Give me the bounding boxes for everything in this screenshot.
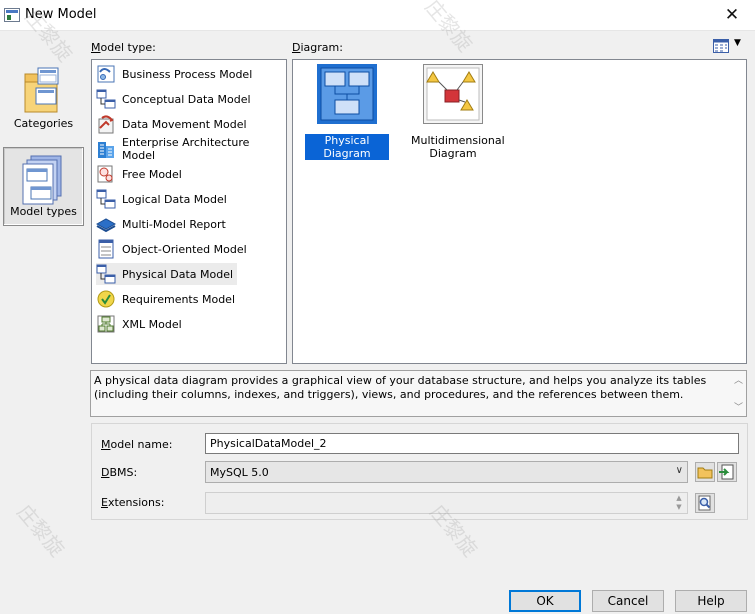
object-oriented-model-icon [98, 239, 114, 259]
description-box: A physical data diagram provides a graph… [90, 370, 747, 417]
folder-icon [697, 467, 713, 479]
conceptual-data-model-icon [96, 89, 116, 109]
description-text: A physical data diagram provides a graph… [94, 374, 707, 401]
model-name-field[interactable]: PhysicalDataModel_2 [205, 433, 739, 454]
multidimensional-diagram-icon [423, 64, 483, 124]
extensions-label: Extensions: [101, 496, 165, 509]
dbms-select[interactable]: MySQL 5.0 ∨ [205, 461, 688, 483]
app-icon [4, 8, 20, 22]
model-name-label: Model name: [101, 438, 173, 451]
list-item[interactable]: Requirements Model [96, 288, 239, 310]
list-item-label: Data Movement Model [122, 117, 247, 131]
model-properties-panel: Model name: PhysicalDataModel_2 DBMS: My… [91, 423, 748, 520]
sidebar-item-categories[interactable]: Categories [3, 62, 84, 140]
physical-data-model-icon [96, 264, 116, 284]
list-item[interactable]: Free Model [96, 163, 186, 185]
data-movement-model-icon [98, 115, 114, 134]
help-button[interactable]: Help [675, 590, 747, 612]
list-item-label: Free Model [122, 167, 182, 181]
list-item-label: XML Model [122, 317, 182, 331]
list-item-label: Logical Data Model [122, 192, 227, 206]
import-icon [719, 464, 734, 480]
physical-diagram-icon [317, 64, 377, 124]
list-item[interactable]: Data Movement Model [96, 113, 251, 135]
chevron-down-icon: ▼ [734, 38, 741, 48]
requirements-model-icon [97, 290, 115, 308]
sidebar-item-label: Model types [10, 205, 77, 218]
list-item-label: Multi-Model Report [122, 217, 226, 231]
list-item-label: Enterprise Architecture Model [122, 136, 250, 162]
list-item[interactable]: Object-Oriented Model [96, 238, 251, 260]
list-item[interactable]: Business Process Model [96, 63, 256, 85]
extensions-field[interactable]: ▲ ▼ [205, 492, 688, 514]
diagram-label: Multidimensional Diagram [411, 134, 505, 160]
logical-data-model-icon [96, 189, 116, 209]
title-bar: New Model ✕ [0, 0, 755, 31]
extensions-spinner[interactable]: ▲ ▼ [672, 494, 686, 512]
sidebar-item-label: Categories [13, 117, 74, 130]
sidebar-item-model-types[interactable]: Model types [3, 147, 84, 226]
dbms-value: MySQL 5.0 [210, 466, 269, 479]
magnifier-icon [698, 495, 711, 511]
list-item-label: Conceptual Data Model [122, 92, 251, 106]
view-mode-button[interactable]: ▼ [713, 38, 745, 54]
list-item[interactable]: Logical Data Model [96, 188, 231, 210]
ok-button[interactable]: OK [509, 590, 581, 612]
diagram-item-physical[interactable]: Physical Diagram [305, 64, 389, 160]
free-model-icon [97, 165, 113, 183]
model-type-list[interactable]: Business Process Model Conceptual Data M… [91, 59, 287, 364]
browse-dbms-button[interactable] [695, 462, 715, 482]
enterprise-architecture-model-icon [98, 142, 114, 158]
diagram-item-multidimensional[interactable]: Multidimensional Diagram [411, 64, 505, 160]
list-item-label: Physical Data Model [122, 267, 234, 281]
list-item-label: Object-Oriented Model [122, 242, 247, 256]
multi-model-report-icon [96, 218, 116, 233]
diagram-heading: Diagram: [292, 41, 343, 54]
list-item[interactable]: Physical Data Model [96, 263, 238, 285]
list-item[interactable]: Conceptual Data Model [96, 88, 255, 110]
import-dbms-button[interactable] [717, 462, 737, 482]
list-item[interactable]: Enterprise Architecture Model [96, 136, 286, 162]
close-icon[interactable]: ✕ [709, 0, 755, 31]
cancel-button[interactable]: Cancel [592, 590, 664, 612]
chevron-down-icon: ∨ [675, 465, 683, 476]
business-process-model-icon [97, 65, 115, 83]
description-scrollbar[interactable]: ︿ ﹀ [731, 371, 746, 416]
window-title: New Model [25, 7, 97, 22]
extensions-browse-button[interactable] [695, 493, 715, 513]
scroll-up-icon[interactable]: ︿ [734, 374, 743, 388]
list-item-label: Business Process Model [122, 67, 253, 81]
categories-icon [24, 67, 59, 113]
dbms-label: DBMS: [101, 466, 138, 479]
scroll-down-icon[interactable]: ﹀ [734, 401, 743, 415]
watermark: 庄黎旋 [12, 499, 70, 562]
model-type-heading: Model type: [91, 41, 156, 54]
list-item[interactable]: Multi-Model Report [96, 213, 230, 235]
list-item-label: Requirements Model [122, 292, 235, 306]
model-types-icon [22, 155, 62, 205]
diagram-list[interactable]: Physical Diagram Multidimensional Diagra… [292, 59, 747, 364]
grid-view-icon [713, 39, 729, 53]
xml-model-icon [97, 315, 115, 333]
diagram-label: Physical Diagram [305, 134, 389, 160]
list-item[interactable]: XML Model [96, 313, 186, 335]
